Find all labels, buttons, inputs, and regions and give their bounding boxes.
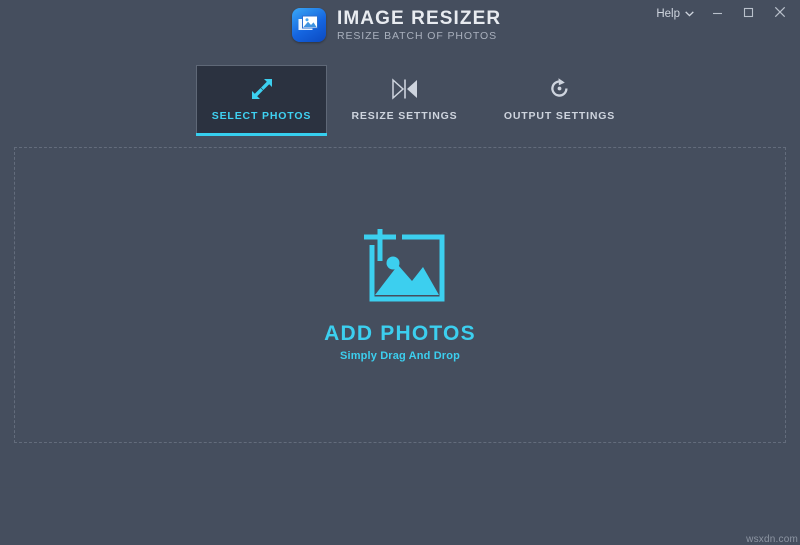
tab-label: OUTPUT SETTINGS <box>503 109 616 122</box>
tab-select-photos[interactable]: SELECT PHOTOS <box>196 65 327 136</box>
tab-label: SELECT PHOTOS <box>211 110 312 122</box>
tab-output-settings[interactable]: OUTPUT SETTINGS <box>482 65 637 133</box>
close-button[interactable] <box>765 2 794 26</box>
tab-bar: SELECT PHOTOS RESIZE SETTINGS OUTPUT SET… <box>0 55 800 137</box>
resize-diagonal-arrows-icon <box>250 77 274 101</box>
brand: IMAGE RESIZER RESIZE BATCH OF PHOTOS <box>292 8 501 42</box>
tab-label: RESIZE SETTINGS <box>351 109 458 122</box>
main-stage: ADD PHOTOS Simply Drag And Drop Add Fold… <box>0 137 800 487</box>
photo-stack-icon <box>292 8 326 42</box>
photo-dropzone[interactable]: ADD PHOTOS Simply Drag And Drop <box>14 147 786 443</box>
minimize-icon <box>712 5 723 23</box>
title-bar: IMAGE RESIZER RESIZE BATCH OF PHOTOS Hel… <box>0 0 800 55</box>
dropzone-subtitle: Simply Drag And Drop <box>340 349 460 362</box>
minimize-button[interactable] <box>703 2 732 26</box>
add-photo-frame-icon <box>350 228 450 312</box>
dropzone-title: ADD PHOTOS <box>324 321 476 345</box>
page-subtitle: RESIZE BATCH OF PHOTOS <box>337 29 498 42</box>
tab-resize-settings[interactable]: RESIZE SETTINGS <box>327 65 482 133</box>
help-label: Help <box>656 8 680 20</box>
page-title: IMAGE RESIZER <box>337 7 502 29</box>
footer-bar: Registered Version Next wsxdn.com <box>0 488 800 545</box>
window-controls: Help <box>649 0 794 28</box>
watermark: wsxdn.com <box>746 534 798 545</box>
maximize-button[interactable] <box>734 2 763 26</box>
help-menu-button[interactable]: Help <box>649 4 701 24</box>
rotate-refresh-icon <box>548 77 571 101</box>
maximize-icon <box>743 5 754 23</box>
chevron-down-icon <box>685 8 694 20</box>
collapse-horizontal-icon <box>391 77 418 101</box>
close-icon <box>774 5 786 23</box>
